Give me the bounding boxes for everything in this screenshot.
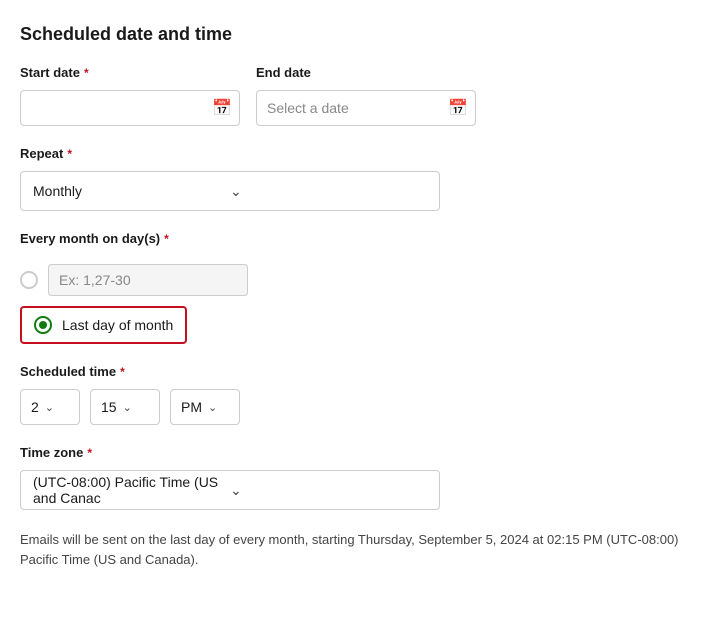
minute-chevron-icon: ⌄ <box>123 401 132 414</box>
start-date-label: Start date * <box>20 65 240 80</box>
hour-select[interactable]: 2 ⌄ <box>20 389 80 425</box>
specific-days-option[interactable] <box>20 264 707 296</box>
timezone-chevron-icon: ⌄ <box>230 482 427 499</box>
every-month-required: * <box>164 232 169 246</box>
last-day-option[interactable]: Last day of month <box>20 306 187 344</box>
end-date-calendar-icon[interactable]: 📅 <box>448 98 468 118</box>
page-title: Scheduled date and time <box>20 24 707 45</box>
start-date-input-wrapper[interactable]: 9/5/2024 📅 <box>20 90 240 126</box>
scheduled-time-label: Scheduled time * <box>20 364 707 379</box>
start-date-required: * <box>84 66 89 80</box>
repeat-chevron-icon: ⌄ <box>230 183 427 200</box>
specific-days-input[interactable] <box>48 264 248 296</box>
hour-chevron-icon: ⌄ <box>45 401 54 414</box>
end-date-label: End date <box>256 65 476 80</box>
end-date-input-wrapper[interactable]: 📅 <box>256 90 476 126</box>
repeat-label: Repeat * <box>20 146 707 161</box>
timezone-label: Time zone * <box>20 445 707 460</box>
hour-value: 2 <box>31 399 39 415</box>
timezone-value: (UTC-08:00) Pacific Time (US and Canac <box>33 474 230 506</box>
start-date-input[interactable]: 9/5/2024 <box>31 100 212 116</box>
last-day-label: Last day of month <box>62 317 173 333</box>
last-day-radio[interactable] <box>34 316 52 334</box>
start-date-calendar-icon[interactable]: 📅 <box>212 98 232 118</box>
minute-select[interactable]: 15 ⌄ <box>90 389 160 425</box>
ampm-select[interactable]: PM ⌄ <box>170 389 240 425</box>
end-date-input[interactable] <box>267 100 448 116</box>
ampm-chevron-icon: ⌄ <box>208 401 217 414</box>
specific-days-radio[interactable] <box>20 271 38 289</box>
day-options-group: Last day of month <box>20 264 707 344</box>
timezone-select[interactable]: (UTC-08:00) Pacific Time (US and Canac ⌄ <box>20 470 440 510</box>
scheduled-time-required: * <box>120 365 125 379</box>
timezone-required: * <box>87 446 92 460</box>
ampm-value: PM <box>181 399 202 415</box>
every-month-label: Every month on day(s) * <box>20 231 707 246</box>
repeat-required: * <box>67 147 72 161</box>
repeat-value: Monthly <box>33 183 230 199</box>
minute-value: 15 <box>101 399 117 415</box>
info-text: Emails will be sent on the last day of e… <box>20 530 700 569</box>
repeat-select[interactable]: Monthly ⌄ <box>20 171 440 211</box>
time-row: 2 ⌄ 15 ⌄ PM ⌄ <box>20 389 707 425</box>
